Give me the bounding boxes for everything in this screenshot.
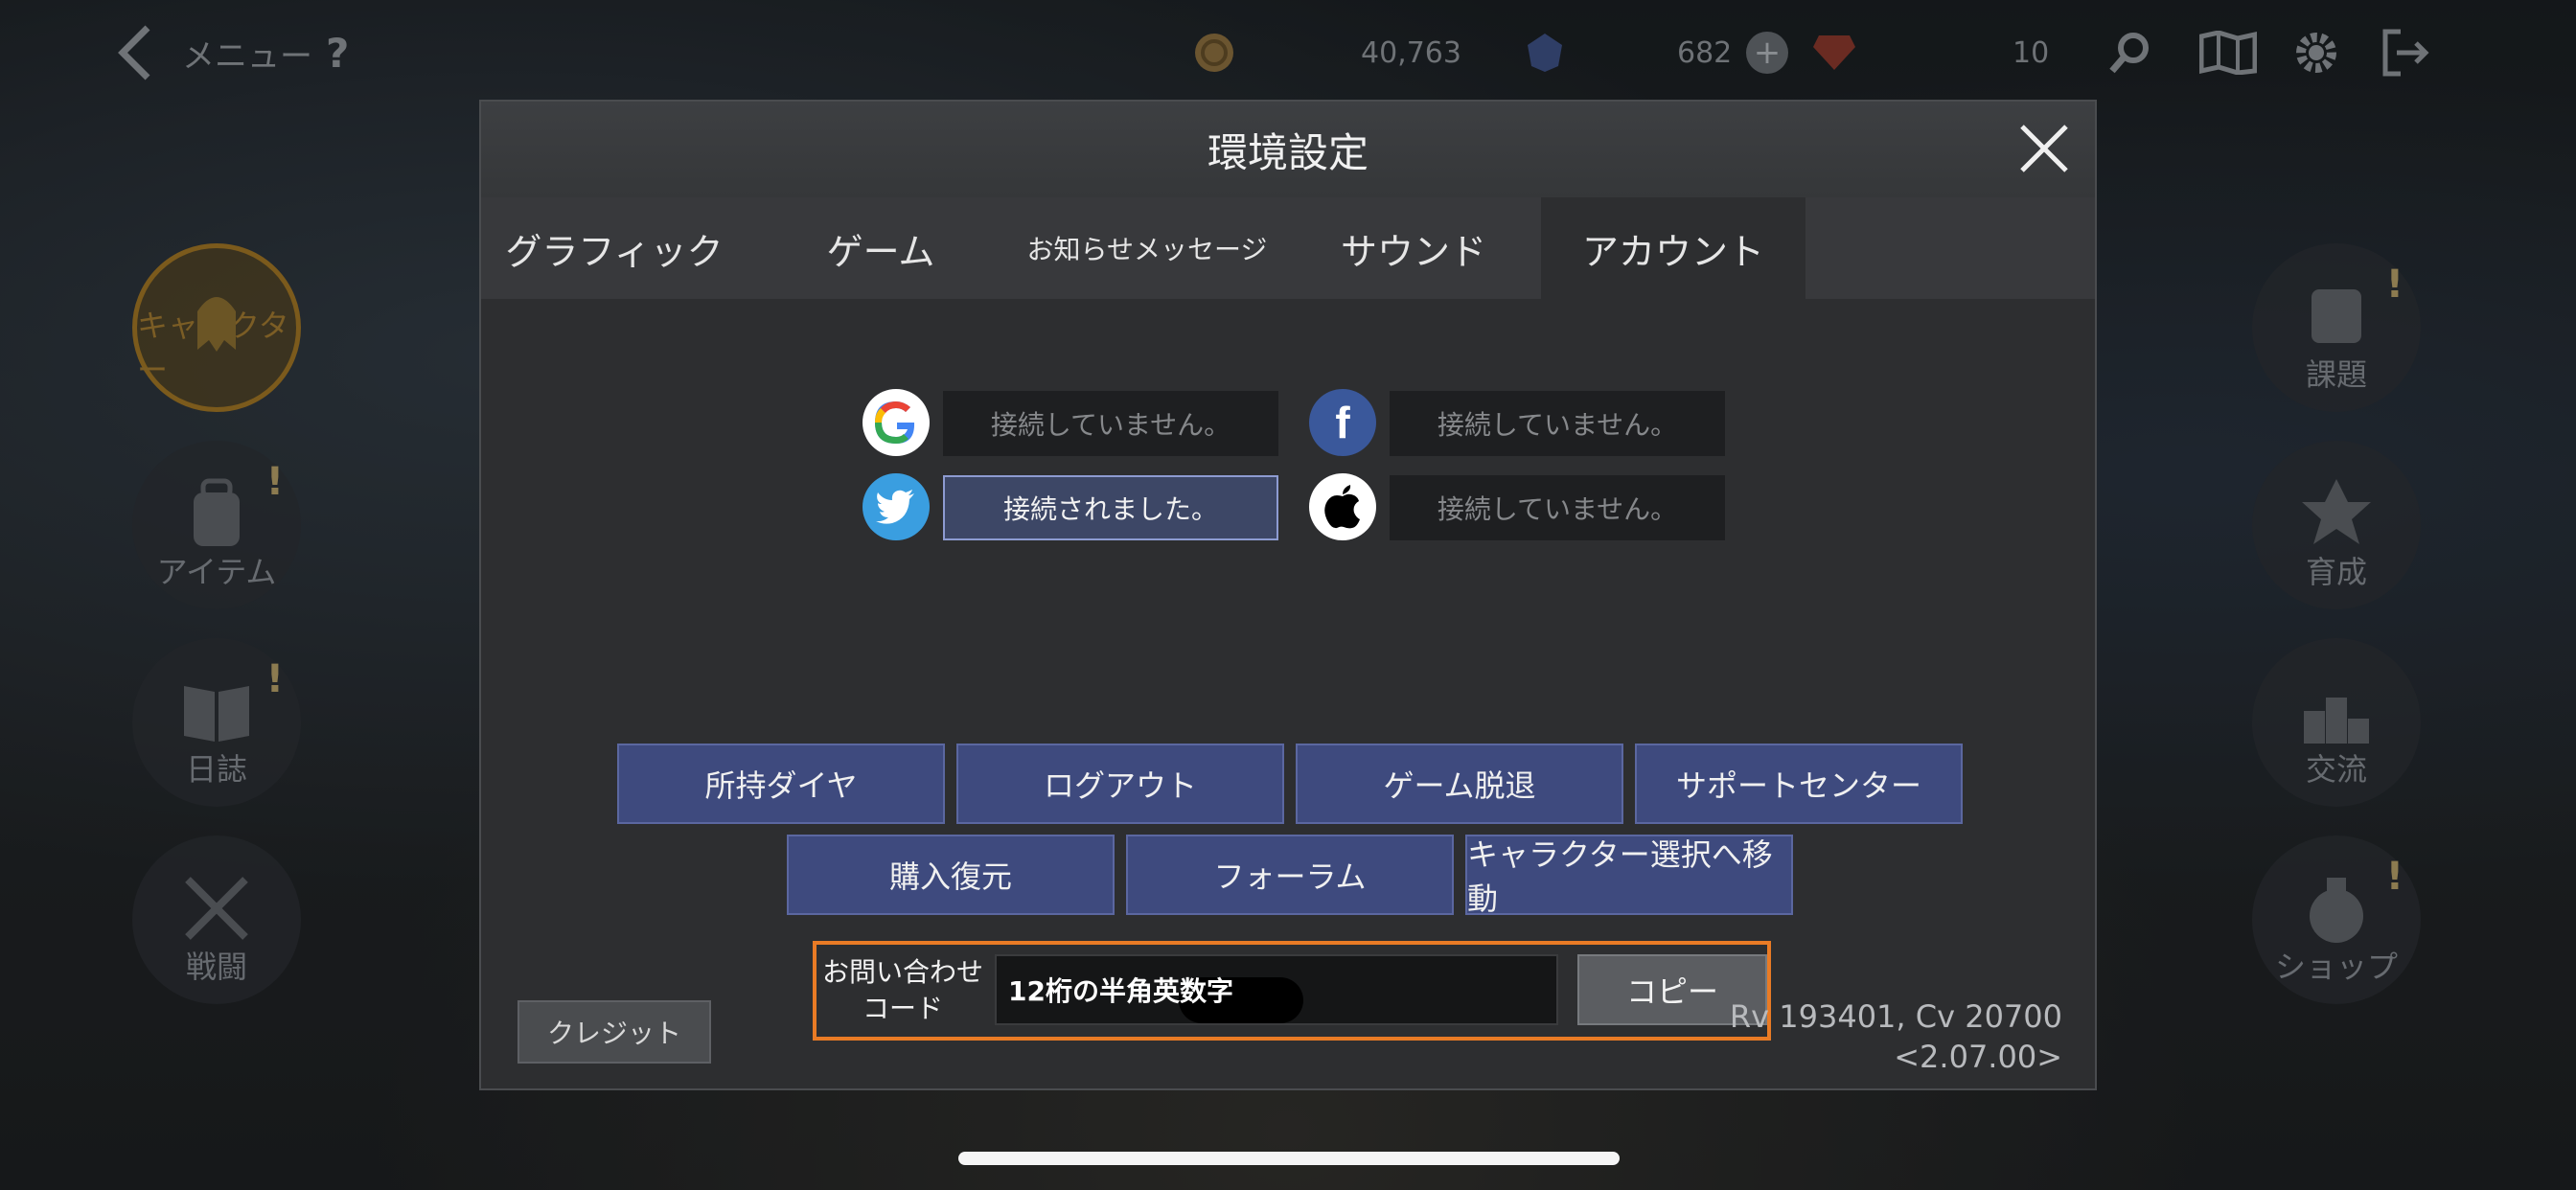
side-menu-label: 日誌 <box>185 751 247 788</box>
podium-icon <box>2304 698 2369 744</box>
side-menu-battle[interactable]: 戦闘 <box>132 835 301 1004</box>
tab-sound[interactable]: サウンド <box>1280 197 1547 299</box>
inquiry-code-field[interactable]: 12桁の半角英数字 <box>995 954 1558 1025</box>
top-hud: メニュー ? 40,763 682 + 10 <box>0 0 2576 105</box>
side-menu-label: アイテム <box>156 554 277 590</box>
facebook-icon: f <box>1309 389 1376 456</box>
side-menu-label: ショップ <box>2274 949 2398 985</box>
owned-diamonds-button[interactable]: 所持ダイヤ <box>617 744 945 824</box>
inquiry-code-value: 12桁の半角英数字 <box>1008 975 1233 1007</box>
forum-button[interactable]: フォーラム <box>1126 835 1454 915</box>
map-icon[interactable] <box>2199 19 2259 86</box>
google-icon <box>862 389 930 456</box>
side-menu-label: 育成 <box>2305 554 2367 590</box>
add-gems-button[interactable]: + <box>1746 32 1788 74</box>
twitter-icon <box>862 473 930 540</box>
red-diamond-icon <box>1811 19 1857 86</box>
home-indicator[interactable] <box>958 1152 1620 1165</box>
gold-coin-icon <box>1193 19 1235 86</box>
alert-mark: ! <box>265 657 284 701</box>
search-icon[interactable] <box>2108 19 2156 86</box>
dialog-title: 環境設定 <box>1207 128 1368 176</box>
character-select-button[interactable]: キャラクター選択へ移動 <box>1465 835 1793 917</box>
apple-status-field[interactable]: 接続していません。 <box>1390 475 1725 540</box>
side-menu-quests[interactable]: ! 課題 <box>2252 243 2421 412</box>
facebook-status-field[interactable]: 接続していません。 <box>1390 391 1725 456</box>
tab-notifications[interactable]: お知らせメッセージ <box>1014 197 1280 299</box>
tab-game[interactable]: ゲーム <box>748 197 1014 299</box>
side-menu-label: 戦闘 <box>185 949 247 985</box>
side-menu-character[interactable]: キャラクター <box>132 243 301 412</box>
support-center-button[interactable]: サポートセンター <box>1635 744 1963 824</box>
backpack-icon <box>194 478 240 546</box>
emblem-icon <box>2302 479 2371 544</box>
scroll-icon <box>2312 289 2361 343</box>
exit-icon[interactable] <box>2381 19 2433 86</box>
inquiry-code-label: お問い合わせ コード <box>821 956 983 1024</box>
settings-dialog: 環境設定 グラフィック ゲーム お知らせメッセージ サウンド アカウント 接続し… <box>479 100 2097 1090</box>
tab-account[interactable]: アカウント <box>1541 197 1806 299</box>
side-menu-label: 交流 <box>2305 751 2367 788</box>
alert-mark: ! <box>2385 263 2404 307</box>
restore-purchase-button[interactable]: 購入復元 <box>787 835 1115 915</box>
ruby-amount: 10 <box>2012 35 2050 70</box>
blue-gem-icon <box>1524 19 1566 86</box>
version-line: Rv 193401, Cv 20700 <box>1729 998 2062 1035</box>
money-bag-icon <box>2310 878 2363 943</box>
tab-graphics[interactable]: グラフィック <box>481 197 748 299</box>
inquiry-code-panel: お問い合わせ コード 12桁の半角英数字 コピー <box>813 941 1771 1041</box>
side-menu-social[interactable]: 交流 <box>2252 638 2421 807</box>
back-arrow-icon[interactable] <box>115 19 163 86</box>
side-menu-label: 課題 <box>2305 356 2367 393</box>
crossed-swords-icon <box>185 877 248 940</box>
logout-button[interactable]: ログアウト <box>956 744 1284 824</box>
menu-label[interactable]: メニュー <box>182 19 312 86</box>
alert-mark: ! <box>2385 855 2404 899</box>
gem-amount: 682 <box>1677 35 1733 70</box>
google-status-field[interactable]: 接続していません。 <box>943 391 1278 456</box>
settings-tabs: グラフィック ゲーム お知らせメッセージ サウンド アカウント <box>481 197 2095 299</box>
version-info: Rv 193401, Cv 20700 <2.07.00> <box>1730 996 2062 1077</box>
twitter-status-field[interactable]: 接続されました。 <box>943 475 1278 540</box>
close-button[interactable] <box>2012 117 2076 180</box>
dialog-header: 環境設定 <box>481 102 2095 197</box>
side-menu-growth[interactable]: 育成 <box>2252 441 2421 609</box>
apple-icon <box>1309 473 1376 540</box>
version-line: <2.07.00> <box>1894 1039 2062 1075</box>
helmet-icon <box>197 297 236 352</box>
side-menu-journal[interactable]: ! 日誌 <box>132 638 301 807</box>
close-icon <box>2020 125 2068 172</box>
book-icon <box>184 686 249 742</box>
side-menu-shop[interactable]: ! ショップ <box>2252 835 2421 1004</box>
gold-amount: 40,763 <box>1361 35 1461 70</box>
help-icon[interactable]: ? <box>326 19 349 86</box>
alert-mark: ! <box>265 460 284 504</box>
gear-icon[interactable] <box>2290 19 2346 86</box>
side-menu-items[interactable]: ! アイテム <box>132 441 301 609</box>
credits-button[interactable]: クレジット <box>518 1000 711 1064</box>
delete-account-button[interactable]: ゲーム脱退 <box>1296 744 1623 824</box>
